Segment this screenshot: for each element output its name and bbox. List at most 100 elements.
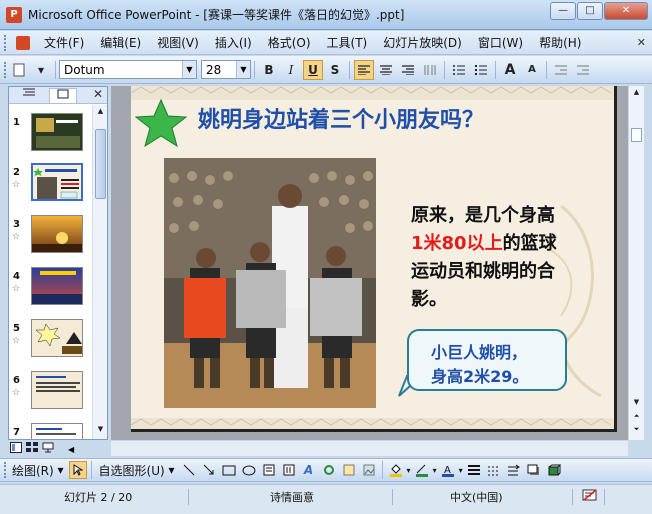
slide-thumb-6[interactable]: 6 ☆ — [9, 371, 93, 423]
tab-slides[interactable] — [49, 88, 77, 103]
scroll-thumb[interactable] — [631, 128, 642, 142]
align-center-icon[interactable] — [376, 60, 396, 80]
tab-outline[interactable] — [15, 88, 43, 103]
slide-thumb-1[interactable]: 1 — [9, 113, 93, 165]
chevron-down-icon[interactable]: ▼ — [182, 61, 196, 78]
3d-style-icon[interactable] — [545, 461, 563, 479]
horizontal-scrollbar[interactable] — [111, 440, 628, 456]
increase-indent-icon[interactable] — [573, 60, 593, 80]
toolbar-grip[interactable] — [4, 61, 8, 78]
menu-file[interactable]: 文件(F) — [36, 34, 92, 51]
dash-style-icon[interactable] — [485, 461, 503, 479]
minimize-button[interactable]: — — [550, 2, 576, 20]
group-photo[interactable] — [164, 158, 376, 408]
slideshow-icon[interactable] — [42, 442, 54, 456]
body-line-4: 影。 — [411, 289, 447, 310]
shadow-button[interactable]: S — [325, 60, 345, 80]
diagram-icon[interactable] — [320, 461, 338, 479]
chevron-down-icon[interactable]: ▾ — [458, 466, 464, 475]
slide-thumb-3[interactable]: 3 ☆ — [9, 215, 93, 267]
draw-menu-button[interactable]: 绘图(R) ▾ — [8, 462, 68, 479]
slide-thumb-7[interactable]: 7 — [9, 423, 93, 439]
chevron-down-icon[interactable]: ▾ — [432, 466, 438, 475]
menu-tools[interactable]: 工具(T) — [319, 34, 376, 51]
maximize-button[interactable]: □ — [577, 2, 603, 20]
font-color-icon[interactable]: A — [439, 461, 457, 479]
bullet-list-icon[interactable] — [471, 60, 491, 80]
slide-body-text[interactable]: 原来，是几个身高 1米80以上的篮球 运动员和姚明的合 影。 — [411, 202, 611, 314]
chevron-down-icon[interactable]: ▼ — [236, 61, 250, 78]
decrease-indent-icon[interactable] — [551, 60, 571, 80]
slide-thumbnail[interactable] — [31, 319, 83, 357]
italic-button[interactable]: I — [281, 60, 301, 80]
slide-thumbnail[interactable] — [31, 423, 83, 439]
menu-slideshow[interactable]: 幻灯片放映(D) — [375, 34, 470, 51]
underline-button[interactable]: U — [303, 59, 323, 80]
font-size-combo[interactable]: 28 ▼ — [201, 60, 251, 79]
menu-help[interactable]: 帮助(H) — [531, 34, 589, 51]
scroll-left-icon[interactable]: ◀ — [68, 445, 74, 454]
scroll-up-icon[interactable]: ▲ — [631, 88, 642, 100]
distribute-icon[interactable] — [420, 60, 440, 80]
slide-thumbnail[interactable] — [31, 215, 83, 253]
autoshape-menu-button[interactable]: 自选图形(U) ▾ — [95, 462, 179, 479]
arrow-icon[interactable] — [200, 461, 218, 479]
slide-sorter-icon[interactable] — [26, 442, 38, 456]
numbered-list-icon[interactable] — [449, 60, 469, 80]
new-document-icon[interactable] — [9, 60, 29, 80]
chevron-down-icon[interactable]: ▾ — [406, 466, 412, 475]
clipart-icon[interactable] — [340, 461, 358, 479]
shadow-style-icon[interactable] — [525, 461, 543, 479]
line-icon[interactable] — [180, 461, 198, 479]
wordart-icon[interactable]: A — [300, 461, 318, 479]
spelling-check-icon[interactable] — [582, 489, 598, 504]
align-left-icon[interactable] — [354, 59, 374, 80]
menu-insert[interactable]: 插入(I) — [207, 34, 260, 51]
rectangle-icon[interactable] — [220, 461, 238, 479]
slide-scrollbar[interactable]: ▲ ▼ ⏶ ⏷ — [628, 86, 644, 440]
slide-thumb-4[interactable]: 4 ☆ — [9, 267, 93, 319]
grow-font-button[interactable]: A — [500, 60, 520, 80]
scroll-down-icon[interactable]: ▼ — [95, 425, 106, 437]
arrow-style-icon[interactable] — [505, 461, 523, 479]
slide-thumbnail[interactable] — [31, 371, 83, 409]
menu-view[interactable]: 视图(V) — [149, 34, 207, 51]
normal-view-icon[interactable] — [10, 442, 22, 456]
slide-thumb-5[interactable]: 5 ☆ — [9, 319, 93, 371]
bold-button[interactable]: B — [259, 60, 279, 80]
scroll-thumb[interactable] — [95, 129, 106, 199]
thumbnails-scrollbar[interactable]: ▲ ▼ — [92, 105, 107, 439]
slide-thumb-2[interactable]: 2 ☆ — [9, 160, 93, 215]
font-name-combo[interactable]: Dotum ▼ — [59, 60, 197, 79]
document-icon[interactable] — [16, 35, 30, 50]
scroll-down-icon[interactable]: ▼ — [631, 398, 642, 410]
line-color-icon[interactable] — [413, 461, 431, 479]
callout-text[interactable]: 小巨人姚明， 身高2米29。 — [431, 341, 561, 389]
toolbar-grip[interactable] — [4, 34, 8, 51]
menu-format[interactable]: 格式(O) — [260, 34, 319, 51]
oval-icon[interactable] — [240, 461, 258, 479]
close-pane-icon[interactable]: ✕ — [93, 87, 103, 101]
slide-thumbnail[interactable] — [31, 113, 83, 151]
separator — [604, 489, 605, 505]
previous-slide-icon[interactable]: ⏶ — [631, 412, 642, 424]
menu-edit[interactable]: 编辑(E) — [92, 34, 149, 51]
align-right-icon[interactable] — [398, 60, 418, 80]
close-document-icon[interactable]: ✕ — [637, 36, 646, 49]
next-slide-icon[interactable]: ⏷ — [631, 425, 642, 437]
toolbar-options-icon[interactable]: ▾ — [31, 60, 51, 80]
vertical-textbox-icon[interactable] — [280, 461, 298, 479]
slide-thumbnail[interactable] — [31, 163, 83, 201]
shrink-font-button[interactable]: A — [522, 60, 542, 80]
scroll-up-icon[interactable]: ▲ — [95, 107, 106, 119]
picture-icon[interactable] — [360, 461, 378, 479]
current-slide[interactable]: 姚明身边站着三个小朋友吗？ 原来，是几个身高 1米80以上的篮球 运动员和姚明的… — [131, 86, 617, 432]
fill-color-icon[interactable] — [387, 461, 405, 479]
slide-title[interactable]: 姚明身边站着三个小朋友吗？ — [198, 102, 484, 134]
menu-window[interactable]: 窗口(W) — [470, 34, 531, 51]
select-pointer-icon[interactable] — [68, 461, 87, 479]
textbox-icon[interactable] — [260, 461, 278, 479]
close-button[interactable]: ✕ — [604, 2, 648, 20]
line-style-icon[interactable] — [465, 461, 483, 479]
slide-thumbnail[interactable] — [31, 267, 83, 305]
